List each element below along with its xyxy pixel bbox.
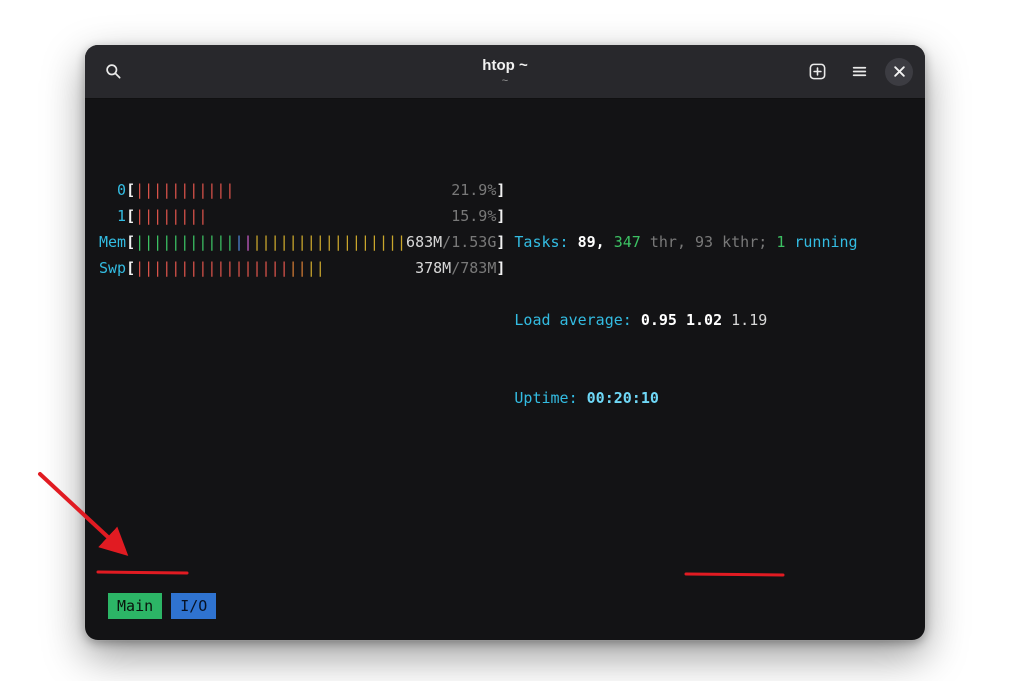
- terminal-content: 0[||||||||||| 21.9%]1[|||||||| 15.9%]Mem…: [85, 99, 925, 640]
- window-subtitle: ~: [482, 75, 527, 87]
- meters-column: 0[||||||||||| 21.9%]1[|||||||| 15.9%]Mem…: [99, 177, 505, 463]
- tasks-line: Tasks: 89, 347 thr, 93 kthr; 1 running: [514, 229, 857, 255]
- cpu1-meter: 1[|||||||| 15.9%]: [99, 203, 505, 229]
- menu-button[interactable]: [843, 56, 875, 88]
- search-button[interactable]: [97, 56, 129, 88]
- blank-line: [99, 515, 911, 541]
- uptime-line: Uptime: 00:20:10: [514, 385, 857, 411]
- terminal-window: htop ~ ~: [85, 45, 925, 640]
- window-title-stack: htop ~ ~: [482, 57, 527, 87]
- sysinfo-column: Tasks: 89, 347 thr, 93 kthr; 1 running L…: [514, 177, 857, 463]
- tab-i-o[interactable]: I/O: [171, 593, 216, 619]
- titlebar: htop ~ ~: [85, 45, 925, 99]
- new-tab-icon: [809, 63, 826, 80]
- htop-header: 0[||||||||||| 21.9%]1[|||||||| 15.9%]Mem…: [99, 177, 911, 463]
- new-tab-button[interactable]: [801, 56, 833, 88]
- mem-meter: Mem[||||||||||||||||||||||||||||||683M/1…: [99, 229, 505, 255]
- close-button[interactable]: [885, 58, 913, 86]
- load-average-line: Load average: 0.95 1.02 1.19: [514, 307, 857, 333]
- screen-tabs: Main I/O: [99, 593, 911, 619]
- search-icon: [105, 63, 122, 80]
- close-icon: [893, 65, 906, 78]
- cpu0-meter: 0[||||||||||| 21.9%]: [99, 177, 505, 203]
- titlebar-buttons: [801, 56, 913, 88]
- swp-meter: Swp[||||||||||||||||||||| 378M/783M]: [99, 255, 505, 281]
- window-title: htop ~: [482, 57, 527, 75]
- tab-main[interactable]: Main: [108, 593, 162, 619]
- hamburger-menu-icon: [851, 63, 868, 80]
